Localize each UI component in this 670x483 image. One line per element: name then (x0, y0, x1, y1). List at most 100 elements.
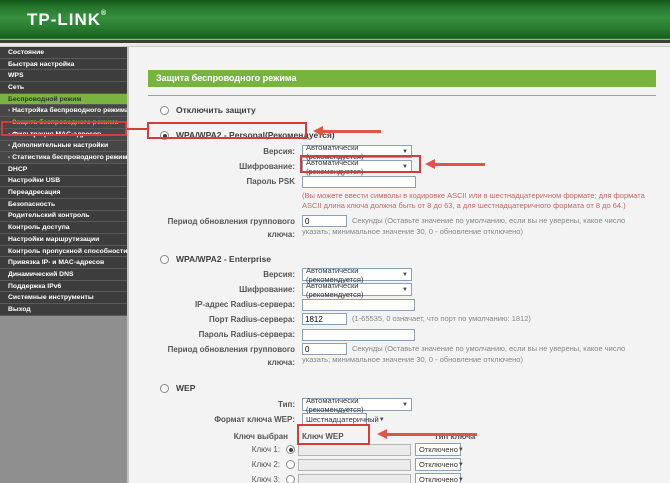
personal-cipher-value: Автоматически (рекомендуется) (306, 157, 364, 176)
wep-label: WEP (176, 383, 196, 393)
sidebar-item-ip-mac-binding[interactable]: Привязка IP- и MAC-адресов (0, 257, 127, 270)
wep-col-selected: Ключ выбран (233, 432, 288, 441)
router-admin-page: TP-LINK® Состояние Быстрая настройка WPS… (0, 0, 670, 483)
wpa-personal-radio[interactable] (160, 130, 169, 140)
sidebar-item-logout[interactable]: Выход (0, 304, 127, 316)
sidebar-item-wireless-statistics[interactable]: - Статистика беспроводного режима (0, 152, 127, 164)
wep-type-label: Тип: (278, 400, 295, 409)
enterprise-version-select[interactable]: Автоматически (рекомендуется) ▼ (302, 266, 412, 284)
enterprise-cipher-label: Шифрование: (239, 285, 295, 294)
wep-format-label: Формат ключа WEP: (214, 415, 295, 424)
wep-key3-input[interactable] (298, 473, 411, 483)
chevron-down-icon: ▼ (402, 286, 408, 293)
radius-password-input[interactable] (302, 328, 415, 341)
chevron-down-icon: ▼ (402, 148, 408, 155)
wpa-enterprise-radio[interactable] (160, 254, 169, 264)
chevron-down-icon: ▼ (457, 446, 464, 453)
chevron-down-icon: ▼ (402, 401, 408, 408)
disable-security-label: Отключить защиту (176, 105, 256, 115)
radius-port-note: (1-65535, 0 означает, что порт по умолча… (352, 313, 531, 323)
wep-key1-type-value: Отключено (419, 445, 458, 454)
enterprise-version-label: Версия: (263, 270, 295, 279)
psk-password-input[interactable] (302, 175, 416, 188)
enterprise-gkup-label: Период обновления группового ключа: (167, 345, 295, 367)
wep-key2-type-select[interactable]: Отключено ▼ (415, 458, 464, 471)
sidebar-item-ipv6[interactable]: Поддержка IPv6 (0, 280, 127, 293)
enterprise-gkup-input[interactable] (302, 343, 347, 355)
wep-key1-type-select[interactable]: Отключено ▼ (415, 443, 464, 456)
personal-cipher-select[interactable]: Автоматически (рекомендуется) ▼ (302, 157, 412, 176)
personal-gkup-label: Период обновления группового ключа: (167, 217, 295, 239)
sidebar-item-routing[interactable]: Настройки маршрутизации (0, 234, 127, 246)
enterprise-cipher-value: Автоматически (рекомендуется) (306, 280, 364, 299)
sidebar-item-network[interactable]: Сеть (0, 82, 127, 94)
wep-key2-label: Ключ 2: (251, 460, 280, 469)
wep-key3-label: Ключ 3: (251, 475, 280, 483)
page-title: Защита беспроводного режима (148, 70, 656, 87)
wep-key2-input[interactable] (298, 458, 411, 471)
sidebar-menu: Состояние Быстрая настройка WPS Сеть Бес… (0, 47, 129, 483)
tplink-logo-text: TP-LINK (27, 10, 102, 29)
sidebar-item-wireless[interactable]: Беспроводной режим (0, 93, 127, 106)
sidebar-item-advanced-settings[interactable]: - Дополнительные настройки (0, 140, 127, 153)
wep-key2-type-value: Отключено (419, 460, 458, 469)
wep-type-value: Автоматически (рекомендуется) (306, 395, 364, 414)
wpa-personal-label: WPA/WPA2 - Personal(Рекомендуется) (176, 130, 335, 140)
sidebar-item-dhcp[interactable]: DHCP (0, 163, 127, 176)
personal-gkup-input[interactable] (302, 215, 347, 227)
personal-cipher-label: Шифрование: (239, 162, 295, 171)
sidebar-item-wireless-settings[interactable]: - Настройка беспроводного режима (0, 105, 127, 118)
radius-password-label: Пароль Radius-сервера: (198, 330, 295, 339)
wireless-security-panel: Защита беспроводного режима Отключить за… (148, 70, 656, 483)
enterprise-gkup-note: Секунды (Оставьте значение по умолчанию,… (302, 343, 626, 364)
wep-format-value: Шестнадцатеричный (306, 415, 379, 424)
personal-gkup-note: Секунды (Оставьте значение по умолчанию,… (302, 215, 626, 236)
wep-key1-label: Ключ 1: (251, 445, 280, 454)
chevron-down-icon: ▼ (457, 461, 464, 468)
sidebar-item-forwarding[interactable]: Переадресация (0, 187, 127, 199)
wep-key3-type-select[interactable]: Отключено ▼ (415, 473, 464, 483)
header-banner: TP-LINK® (0, 0, 670, 40)
wep-key2-radio[interactable] (286, 460, 295, 469)
wep-format-select[interactable]: Шестнадцатеричный ▼ (302, 413, 385, 426)
sidebar-item-usb-settings[interactable]: Настройки USB (0, 175, 127, 188)
sidebar-item-parental-control[interactable]: Родительский контроль (0, 210, 127, 223)
wep-key1-radio[interactable] (286, 445, 295, 454)
sidebar-item-dynamic-dns[interactable]: Динамический DNS (0, 269, 127, 281)
disable-security-radio[interactable] (160, 105, 169, 115)
chevron-down-icon: ▼ (402, 163, 408, 170)
tplink-logo: TP-LINK® (27, 10, 107, 30)
sidebar-item-wireless-security[interactable]: - Защита беспроводного режима (0, 117, 127, 129)
radius-port-input[interactable] (302, 313, 347, 325)
title-separator (148, 95, 656, 96)
registered-mark: ® (101, 10, 108, 17)
sidebar-item-access-control[interactable]: Контроль доступа (0, 222, 127, 234)
psk-password-label: Пароль PSK (246, 177, 295, 186)
sidebar-item-mac-filtering[interactable]: - Фильтрация MAC-адресов (0, 128, 127, 141)
enterprise-cipher-select[interactable]: Автоматически (рекомендуется) ▼ (302, 280, 412, 299)
wep-col-type: Тип ключа (434, 432, 476, 441)
sidebar-item-system-tools[interactable]: Системные инструменты (0, 292, 127, 305)
radius-ip-label: IP-адрес Radius-сервера: (194, 300, 295, 309)
sidebar-item-wps[interactable]: WPS (0, 70, 127, 83)
wep-key3-radio[interactable] (286, 475, 295, 483)
radius-port-label: Порт Radius-сервера: (209, 315, 295, 324)
wep-col-key: Ключ WEP (302, 432, 344, 441)
psk-note: (Вы можете ввести символы в кодировке AS… (302, 191, 645, 210)
wpa-enterprise-label: WPA/WPA2 - Enterprise (176, 254, 272, 264)
chevron-down-icon: ▼ (402, 271, 408, 278)
radius-ip-input[interactable] (302, 298, 415, 311)
sidebar-item-bandwidth-control[interactable]: Контроль пропускной способности (0, 245, 127, 258)
sidebar-item-quick-setup[interactable]: Быстрая настройка (0, 58, 127, 71)
wep-key1-input[interactable] (298, 443, 411, 456)
wep-type-select[interactable]: Автоматически (рекомендуется) ▼ (302, 395, 412, 414)
personal-version-label: Версия: (263, 147, 295, 156)
wep-key3-type-value: Отключено (419, 475, 458, 483)
sidebar-item-security[interactable]: Безопасность (0, 198, 127, 211)
chevron-down-icon: ▼ (457, 476, 464, 483)
wep-radio[interactable] (160, 383, 169, 393)
personal-version-select[interactable]: Автоматически (рекомендуется) ▼ (302, 143, 412, 161)
chevron-down-icon: ▼ (378, 416, 385, 423)
main-content: Защита беспроводного режима Отключить за… (131, 47, 670, 483)
sidebar-item-status[interactable]: Состояние (0, 47, 127, 59)
